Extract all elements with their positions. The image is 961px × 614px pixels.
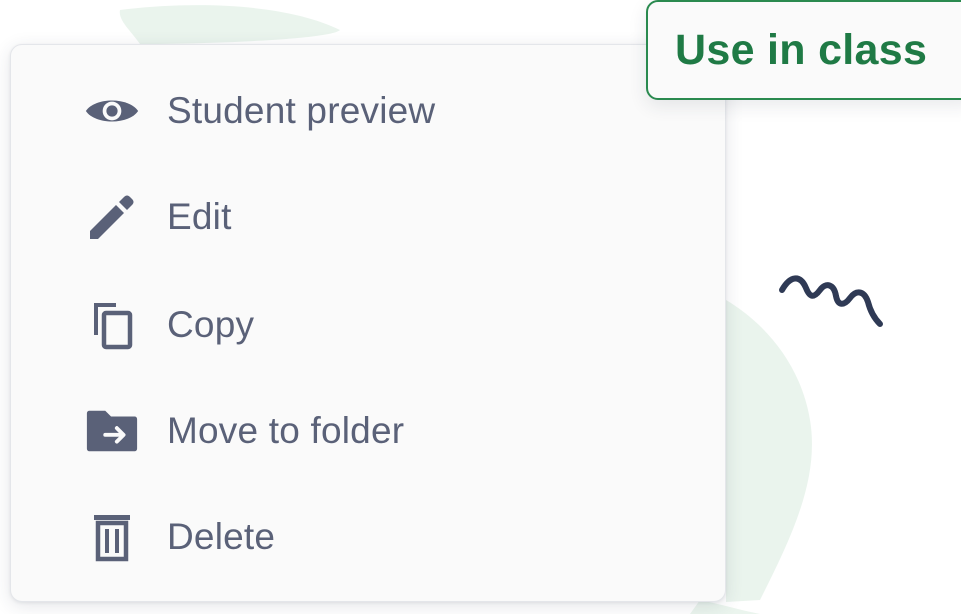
menu-item-student-preview[interactable]: Student preview bbox=[11, 71, 725, 151]
decorative-squiggle bbox=[779, 275, 883, 327]
menu-item-label: Move to folder bbox=[167, 410, 405, 451]
menu-item-edit[interactable]: Edit bbox=[11, 177, 725, 257]
menu-item-delete[interactable]: Delete bbox=[11, 497, 725, 577]
folder-move-icon bbox=[84, 403, 140, 459]
menu-item-label: Edit bbox=[167, 196, 232, 237]
menu-item-move-to-folder[interactable]: Move to folder bbox=[11, 391, 725, 471]
use-in-class-button[interactable]: Use in class bbox=[646, 0, 961, 100]
pencil-icon bbox=[84, 189, 140, 245]
menu-item-copy[interactable]: Copy bbox=[11, 285, 725, 365]
context-menu: Student preview Edit Copy Move to folder… bbox=[10, 44, 726, 602]
menu-item-label: Delete bbox=[167, 516, 276, 557]
copy-icon bbox=[84, 297, 140, 353]
eye-icon bbox=[84, 83, 140, 139]
trash-icon bbox=[84, 509, 140, 565]
use-in-class-label: Use in class bbox=[675, 25, 928, 74]
menu-item-label: Student preview bbox=[167, 90, 436, 131]
menu-item-label: Copy bbox=[167, 304, 255, 345]
